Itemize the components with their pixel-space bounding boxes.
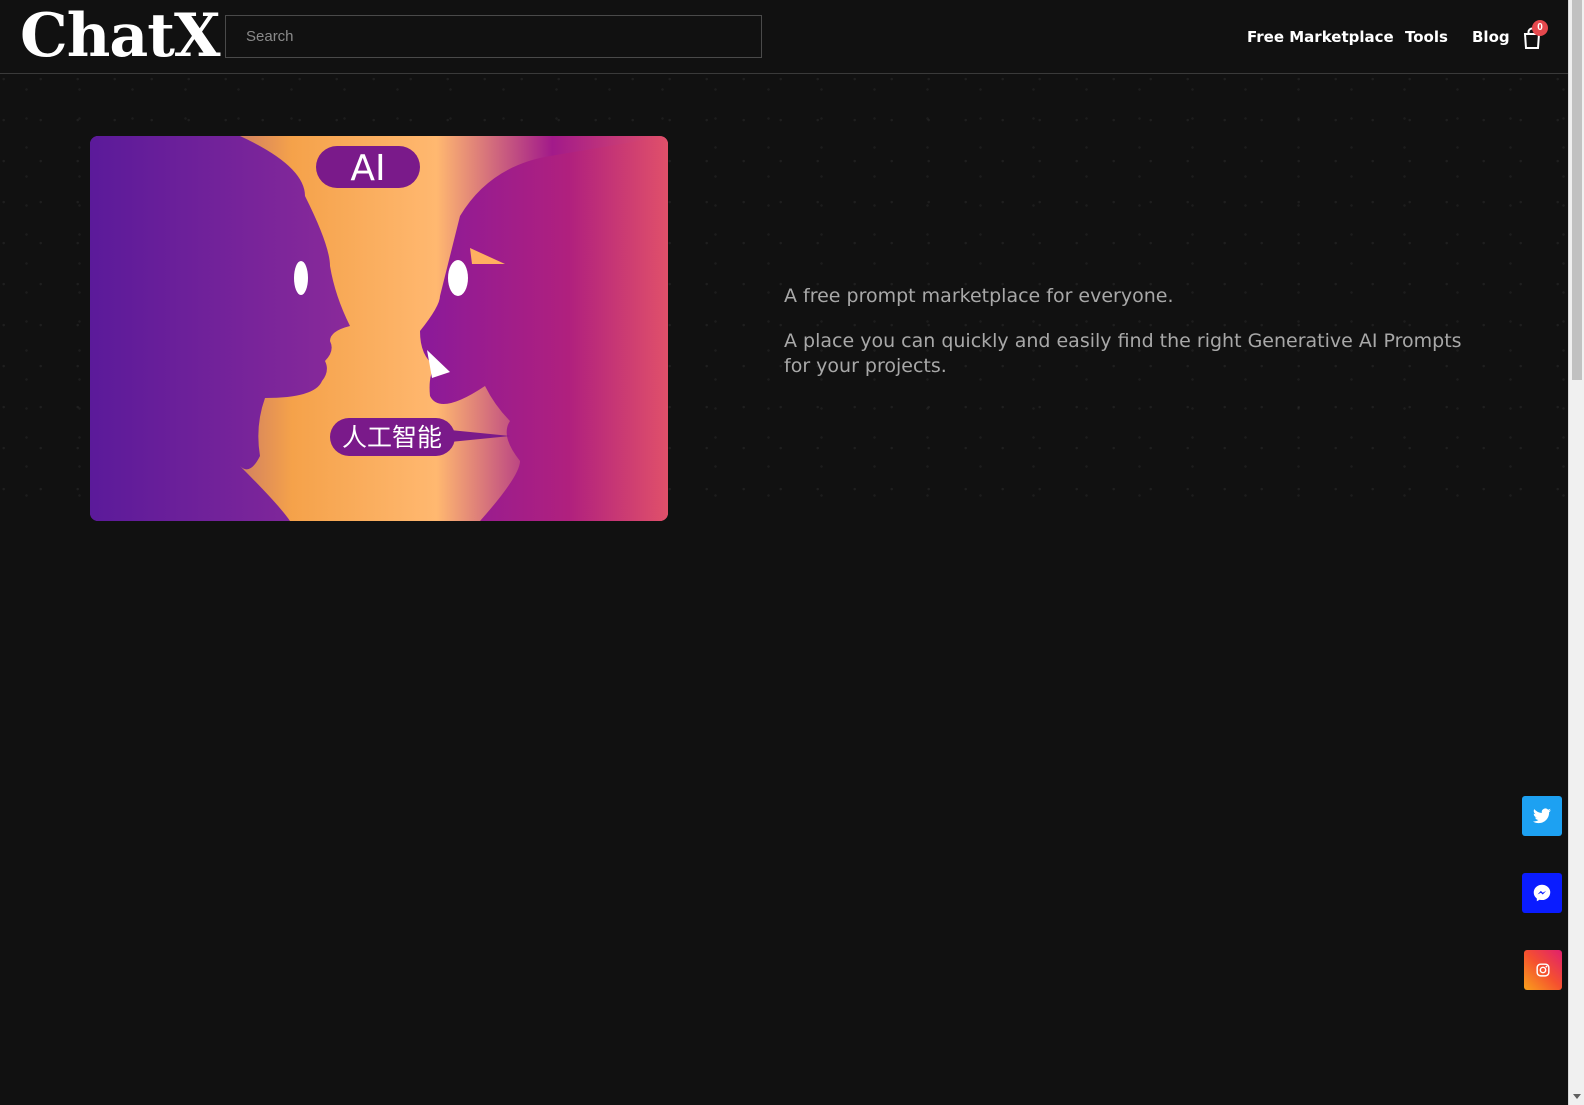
site-logo[interactable]: ChatX [20,4,221,68]
twitter-share-button[interactable] [1522,796,1562,836]
hero-image: AI 人工智能 [90,136,668,521]
nav-blog[interactable]: Blog [1472,25,1510,49]
instagram-icon [1536,963,1550,977]
nav-free-marketplace[interactable]: Free Marketplace [1247,25,1394,49]
search-input[interactable] [225,15,762,58]
instagram-share-button[interactable] [1524,950,1562,990]
image-label-chinese: 人工智能 [342,423,442,452]
nav-tools[interactable]: Tools [1405,25,1448,49]
twitter-icon [1533,808,1551,824]
scrollbar-thumb[interactable] [1572,0,1582,380]
scroll-down-arrow-icon[interactable] [1573,1094,1581,1099]
site-header: ChatX Free Marketplace Tools Blog 0 [0,0,1568,74]
image-label-ai: AI [350,148,385,189]
hero-tagline: A free prompt marketplace for everyone. [784,285,1174,307]
messenger-share-button[interactable] [1522,873,1562,913]
page-scrollbar[interactable] [1568,0,1584,1105]
hero-description: A place you can quickly and easily find … [784,330,1462,377]
messenger-icon [1533,884,1551,902]
cart-count-badge: 0 [1532,20,1548,36]
